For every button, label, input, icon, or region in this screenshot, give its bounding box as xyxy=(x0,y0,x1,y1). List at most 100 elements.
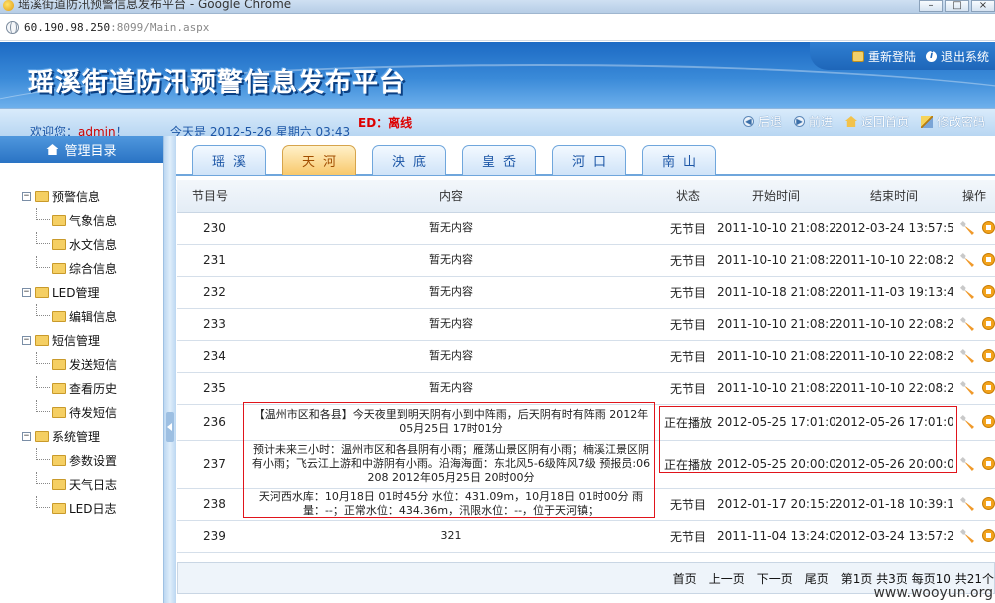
maximize-button[interactable]: □ xyxy=(945,0,969,12)
row-end-time: 2011-10-10 22:08:26 xyxy=(835,308,953,341)
row-content: 暂无内容 xyxy=(243,372,659,405)
tab-yangdi[interactable]: 泱底 xyxy=(372,145,446,175)
address-bar[interactable]: 60.190.98.250:8099/Main.aspx xyxy=(0,15,995,41)
chrome-icon xyxy=(3,0,14,11)
folder-icon xyxy=(52,406,66,418)
row-content: 321 xyxy=(243,520,659,553)
row-start-time: 2011-10-10 21:08:26 xyxy=(717,244,835,277)
prev-page-link[interactable]: 上一页 xyxy=(709,570,745,587)
edit-wrench-icon[interactable] xyxy=(960,221,974,235)
pagination: 首页 上一页 下一页 尾页 第1页 共3页 每页10 共21个 xyxy=(177,562,995,594)
stop-icon[interactable] xyxy=(982,381,995,394)
tab-huangao[interactable]: 皇岙 xyxy=(462,145,536,175)
led-status: ED：离线 xyxy=(358,116,413,130)
stop-icon[interactable] xyxy=(982,497,995,510)
folder-icon xyxy=(35,190,49,202)
col-header-end: 结束时间 xyxy=(835,180,953,213)
next-page-link[interactable]: 下一页 xyxy=(757,570,793,587)
table-row: 232 暂无内容 无节目 2011-10-18 21:08:26 2011-11-03 … xyxy=(177,276,995,309)
edit-wrench-icon[interactable] xyxy=(960,529,974,543)
minimize-button[interactable]: – xyxy=(919,0,943,12)
edit-wrench-icon[interactable] xyxy=(960,349,974,363)
tree-group-system[interactable]: − 系统管理 xyxy=(22,424,117,448)
edit-wrench-icon[interactable] xyxy=(960,381,974,395)
row-end-time: 2011-10-10 22:08:26 xyxy=(835,244,953,277)
collapse-icon[interactable]: − xyxy=(22,287,31,297)
tree-item-led-log[interactable]: LED日志 xyxy=(22,496,117,520)
last-page-link[interactable]: 尾页 xyxy=(805,570,829,587)
edit-wrench-icon[interactable] xyxy=(960,497,974,511)
forward-link[interactable]: ▶ 前进 xyxy=(793,113,833,130)
relogin-link[interactable]: 重新登陆 xyxy=(851,48,916,65)
tab-yaoxi[interactable]: 瑶溪 xyxy=(192,145,266,175)
col-header-content: 内容 xyxy=(243,180,659,213)
col-header-start: 开始时间 xyxy=(717,180,835,213)
edit-wrench-icon[interactable] xyxy=(960,285,974,299)
tree-item-weather-log[interactable]: 天气日志 xyxy=(22,472,117,496)
stop-icon[interactable] xyxy=(982,529,995,542)
tab-tianhe[interactable]: 天河 xyxy=(282,145,356,175)
edit-wrench-icon[interactable] xyxy=(960,317,974,331)
row-end-time: 2011-10-10 22:08:26 xyxy=(835,372,953,405)
top-actions: 重新登陆 i 退出系统 xyxy=(810,42,995,70)
table-header-row: 节目号 内容 状态 开始时间 结束时间 操作 xyxy=(177,180,995,213)
stop-icon[interactable] xyxy=(982,457,995,470)
top-nav: ◀ 后退 ▶ 前进 返回首页 修改密码 xyxy=(742,113,985,130)
tree-item-history[interactable]: 查看历史 xyxy=(22,376,117,400)
tree-group-sms[interactable]: − 短信管理 xyxy=(22,328,117,352)
row-actions xyxy=(953,308,995,341)
close-button[interactable]: × xyxy=(971,0,995,12)
edit-wrench-icon[interactable] xyxy=(960,457,974,471)
row-no: 239 xyxy=(177,520,243,553)
stop-icon[interactable] xyxy=(982,317,995,330)
logout-link[interactable]: i 退出系统 xyxy=(925,48,989,65)
home-link[interactable]: 返回首页 xyxy=(844,113,909,130)
stop-icon[interactable] xyxy=(982,285,995,298)
relogin-icon xyxy=(851,50,864,62)
tree-item-hydro[interactable]: 水文信息 xyxy=(22,232,117,256)
tree-item-combined[interactable]: 综合信息 xyxy=(22,256,117,280)
tree-group-led[interactable]: − LED管理 xyxy=(22,280,117,304)
change-password-link[interactable]: 修改密码 xyxy=(920,113,985,130)
row-actions xyxy=(953,340,995,373)
stop-icon[interactable] xyxy=(982,253,995,266)
row-no: 232 xyxy=(177,276,243,309)
tree-item-weather[interactable]: 气象信息 xyxy=(22,208,117,232)
tree-item-send-sms[interactable]: 发送短信 xyxy=(22,352,117,376)
tab-hekou[interactable]: 河口 xyxy=(552,145,626,175)
edit-wrench-icon[interactable] xyxy=(960,253,974,267)
tree-item-pending-sms[interactable]: 待发短信 xyxy=(22,400,117,424)
tree-group-warning[interactable]: − 预警信息 xyxy=(22,184,117,208)
tab-nanshan[interactable]: 南山 xyxy=(642,145,716,175)
collapse-icon[interactable]: − xyxy=(22,335,31,345)
stop-icon[interactable] xyxy=(982,221,995,234)
row-actions xyxy=(953,404,995,441)
highlight-box-content xyxy=(243,402,655,518)
row-no: 236 xyxy=(177,404,243,441)
status-bar: 欢迎您：admin！ 今天是 2012-5-26 星期六 03:43 ED：离线… xyxy=(0,108,995,139)
folder-icon xyxy=(52,502,66,514)
row-status: 无节目 xyxy=(659,244,717,277)
stop-icon[interactable] xyxy=(982,415,995,428)
sidebar-splitter[interactable] xyxy=(164,136,176,603)
collapse-sidebar-button[interactable] xyxy=(166,412,174,442)
back-icon: ◀ xyxy=(742,116,754,127)
home-icon xyxy=(844,116,857,127)
folder-icon xyxy=(35,430,49,442)
url-text[interactable]: 60.190.98.250:8099/Main.aspx xyxy=(24,21,209,34)
stop-icon[interactable] xyxy=(982,349,995,362)
row-content: 暂无内容 xyxy=(243,276,659,309)
tree-item-edit-info[interactable]: 编辑信息 xyxy=(22,304,117,328)
tree-item-settings[interactable]: 参数设置 xyxy=(22,448,117,472)
row-end-time: 2011-10-10 22:08:26 xyxy=(835,340,953,373)
row-actions xyxy=(953,520,995,553)
folder-icon xyxy=(35,334,49,346)
collapse-icon[interactable]: − xyxy=(22,191,31,201)
back-link[interactable]: ◀ 后退 xyxy=(742,113,782,130)
collapse-icon[interactable]: − xyxy=(22,431,31,441)
edit-wrench-icon[interactable] xyxy=(960,415,974,429)
folder-icon xyxy=(52,262,66,274)
table-row: 234 暂无内容 无节目 2011-10-10 21:08:26 2011-10-10 … xyxy=(177,340,995,373)
first-page-link[interactable]: 首页 xyxy=(673,570,697,587)
page-info: 第1页 共3页 每页10 共21个 xyxy=(840,571,994,586)
